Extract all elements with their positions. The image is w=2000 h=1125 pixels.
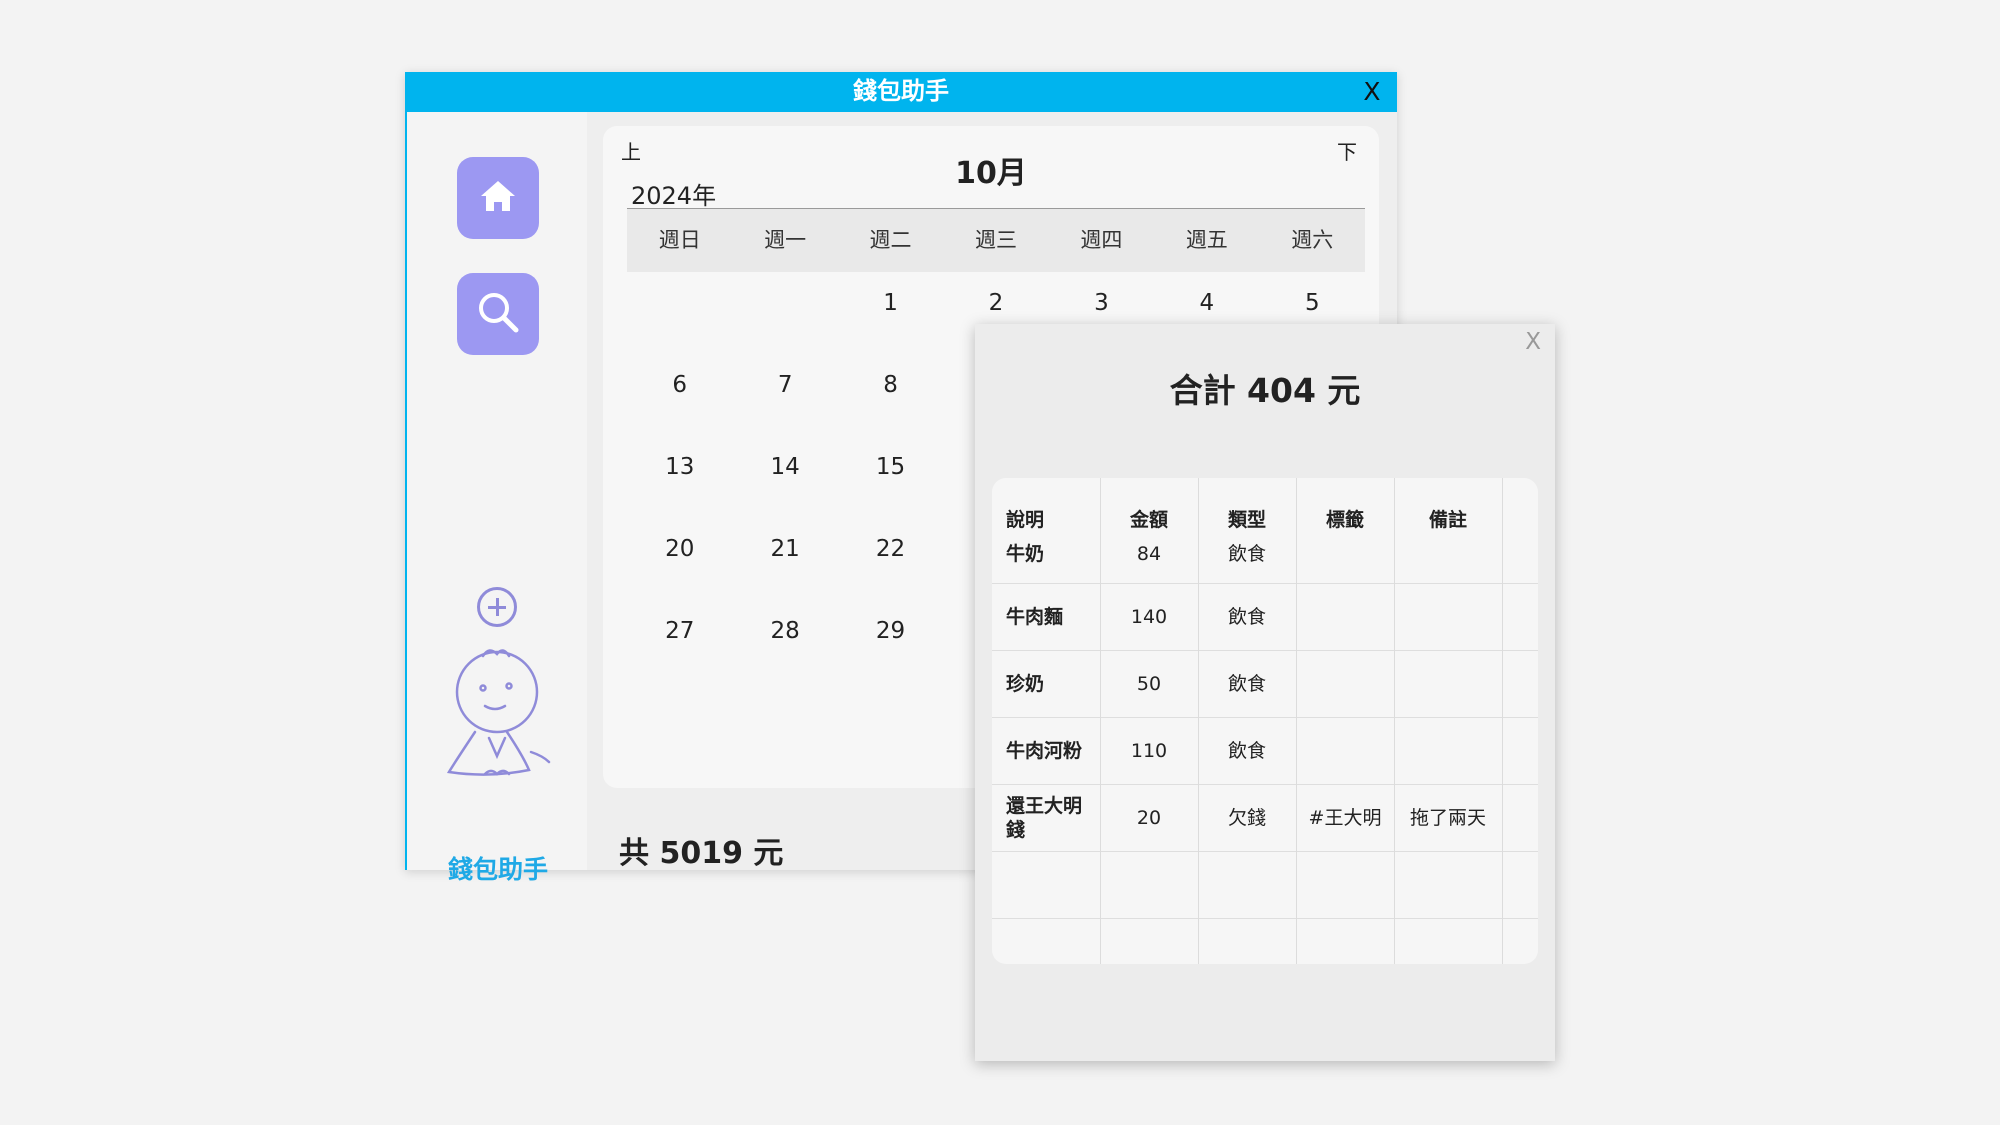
year-title: 2024年 (631, 182, 717, 210)
record-amount: 110 (1100, 716, 1199, 784)
record-row[interactable]: 還王大明錢 20 欠錢 #王大明 拖了兩天 (992, 783, 1538, 851)
column-header-type: 類型 (1198, 478, 1297, 538)
home-icon (479, 179, 517, 217)
record-row[interactable]: 牛奶 84 飲食 (992, 538, 1538, 583)
search-icon (476, 290, 520, 338)
empty-cell (1394, 850, 1503, 918)
weekday-label: 週日 (658, 228, 701, 252)
weekday-label: 週四 (1080, 228, 1123, 252)
weekday-label: 週三 (974, 228, 1017, 252)
record-note (1394, 582, 1503, 650)
record-tag (1296, 716, 1395, 784)
record-type: 飲食 (1198, 582, 1297, 650)
day-cell[interactable]: 21 (732, 533, 837, 615)
day-cell[interactable]: 22 (838, 533, 943, 615)
empty-day-cell (732, 287, 837, 369)
title-bar: 錢包助手 X (405, 72, 1397, 112)
search-button[interactable] (457, 273, 539, 355)
row-spacer (1502, 582, 1538, 650)
record-description: 牛肉河粉 (992, 716, 1101, 784)
empty-cell (1100, 850, 1199, 918)
empty-cell (1100, 917, 1199, 964)
empty-cell (1296, 917, 1395, 964)
day-cell[interactable]: 6 (627, 369, 732, 451)
day-cell[interactable]: 27 (627, 615, 732, 697)
empty-record-row (992, 917, 1538, 964)
day-total: 合計 404 元 (1169, 371, 1361, 410)
day-cell[interactable]: 7 (732, 369, 837, 451)
empty-cell (1296, 850, 1395, 918)
record-type: 欠錢 (1198, 783, 1297, 851)
record-note (1394, 716, 1503, 784)
column-header-amount: 金額 (1100, 478, 1199, 538)
weekday-label: 週一 (764, 228, 807, 252)
record-description: 還王大明錢 (992, 783, 1101, 851)
empty-day-cell (627, 287, 732, 369)
empty-cell (992, 850, 1101, 918)
record-type: 飲食 (1198, 538, 1297, 583)
empty-cell (1198, 850, 1297, 918)
home-button[interactable] (457, 157, 539, 239)
close-button[interactable]: X (1357, 72, 1387, 112)
record-description: 牛奶 (992, 538, 1101, 583)
day-cell[interactable]: 14 (732, 451, 837, 533)
record-note: 拖了兩天 (1394, 783, 1503, 851)
record-row[interactable]: 牛肉河粉 110 飲食 (992, 716, 1538, 784)
month-total: 共 5019 元 (619, 836, 784, 871)
row-spacer (1502, 649, 1538, 717)
day-cell[interactable]: 1 (838, 287, 943, 369)
empty-cell (1502, 917, 1538, 964)
day-cell[interactable]: 28 (732, 615, 837, 697)
column-header-tag: 標籤 (1296, 478, 1395, 538)
weekday-label: 週五 (1185, 228, 1228, 252)
record-row[interactable]: 牛肉麵 140 飲食 (992, 582, 1538, 650)
day-detail-popup: X 合計 404 元 說明 金額 類型 標籤 備註 牛奶 84 飲食 牛肉麵 140 飲食… (975, 324, 1555, 1061)
record-tag (1296, 538, 1395, 583)
weekday-label: 週六 (1291, 228, 1334, 252)
empty-cell (992, 917, 1101, 964)
month-title: 10月 (955, 156, 1027, 191)
row-spacer (1502, 716, 1538, 784)
record-type: 飲食 (1198, 716, 1297, 784)
record-note (1394, 649, 1503, 717)
mascot-illustration (445, 640, 555, 785)
column-header-description: 說明 (992, 478, 1101, 538)
record-amount: 50 (1100, 649, 1199, 717)
empty-cell (1394, 917, 1503, 964)
record-description: 牛肉麵 (992, 582, 1101, 650)
record-table-container: 說明 金額 類型 標籤 備註 牛奶 84 飲食 牛肉麵 140 飲食 珍奶 50 飲食 牛肉河粉 1… (992, 478, 1538, 964)
weekday-header: 週日 週一 週二 週三 週四 週五 週六 (627, 209, 1365, 272)
record-tag (1296, 582, 1395, 650)
sidebar: 錢包助手 (405, 112, 587, 884)
record-table: 說明 金額 類型 標籤 備註 牛奶 84 飲食 牛肉麵 140 飲食 珍奶 50 飲食 牛肉河粉 1… (992, 478, 1538, 964)
record-amount: 84 (1100, 538, 1199, 583)
day-cell[interactable]: 8 (838, 369, 943, 451)
record-amount: 20 (1100, 783, 1199, 851)
record-amount: 140 (1100, 582, 1199, 650)
record-row[interactable]: 珍奶 50 飲食 (992, 649, 1538, 717)
row-spacer (1502, 538, 1538, 583)
column-header-note: 備註 (1394, 478, 1503, 538)
empty-cell (1198, 917, 1297, 964)
empty-record-row (992, 850, 1538, 918)
empty-cell (1502, 850, 1538, 918)
weekday-label: 週二 (869, 228, 912, 252)
record-tag: #王大明 (1296, 783, 1395, 851)
popup-close-button[interactable]: X (1525, 329, 1541, 355)
record-description: 珍奶 (992, 649, 1101, 717)
day-cell[interactable]: 29 (838, 615, 943, 697)
day-cell[interactable]: 13 (627, 451, 732, 533)
app-title: 錢包助手 (853, 77, 949, 105)
record-note (1394, 538, 1503, 583)
add-record-button[interactable] (477, 587, 517, 627)
record-tag (1296, 649, 1395, 717)
row-spacer (1502, 783, 1538, 851)
sidebar-app-name: 錢包助手 (447, 855, 548, 884)
record-type: 飲食 (1198, 649, 1297, 717)
column-header-spacer (1502, 478, 1538, 538)
day-cell[interactable]: 20 (627, 533, 732, 615)
day-cell[interactable]: 15 (838, 451, 943, 533)
